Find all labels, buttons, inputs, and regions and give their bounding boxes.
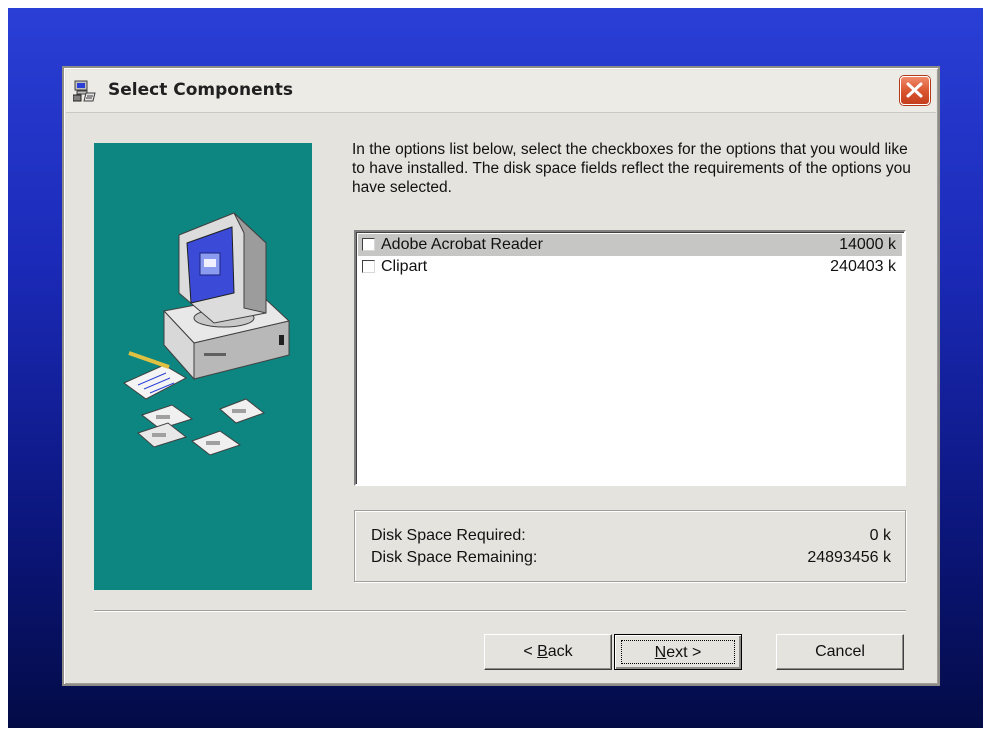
instructions-text: In the options list below, select the ch… — [352, 141, 911, 196]
option-label: Clipart — [381, 258, 428, 275]
disk-remaining-value: 24893456 k — [807, 549, 891, 566]
disk-remaining-label: Disk Space Remaining: — [371, 549, 538, 566]
next-button-label: Next > — [654, 644, 702, 661]
focus-rectangle: Next > — [621, 640, 735, 664]
back-button[interactable]: < Back — [484, 634, 612, 670]
next-button[interactable]: Next > — [614, 634, 742, 670]
option-row-clipart[interactable]: Clipart 240403 k — [358, 256, 902, 278]
window-title: Select Components — [108, 80, 293, 100]
installer-computer-icon — [72, 79, 97, 103]
disk-required-value: 0 k — [869, 527, 891, 544]
select-components-dialog: Select Components In the options list be… — [62, 66, 940, 686]
option-label: Adobe Acrobat Reader — [381, 236, 543, 253]
title-bar[interactable]: Select Components — [66, 70, 936, 113]
computer-setup-illustration — [123, 212, 291, 456]
back-button-label: < Back — [523, 643, 573, 660]
button-separator — [94, 610, 906, 612]
options-list[interactable]: Adobe Acrobat Reader 14000 k Clipart 240… — [354, 230, 906, 486]
setup-illustration-panel — [94, 143, 312, 590]
disk-required-label: Disk Space Required: — [371, 527, 526, 544]
cancel-button[interactable]: Cancel — [776, 634, 904, 670]
option-row-adobe-acrobat-reader[interactable]: Adobe Acrobat Reader 14000 k — [358, 234, 902, 256]
disk-space-required-row: Disk Space Required: 0 k — [371, 527, 891, 547]
close-button[interactable] — [900, 76, 930, 105]
option-checkbox[interactable] — [362, 260, 375, 273]
disk-space-remaining-row: Disk Space Remaining: 24893456 k — [371, 549, 891, 569]
option-size: 240403 k — [830, 258, 896, 275]
disk-space-panel: Disk Space Required: 0 k Disk Space Rema… — [354, 510, 906, 582]
option-checkbox[interactable] — [362, 238, 375, 251]
option-size: 14000 k — [839, 236, 896, 253]
